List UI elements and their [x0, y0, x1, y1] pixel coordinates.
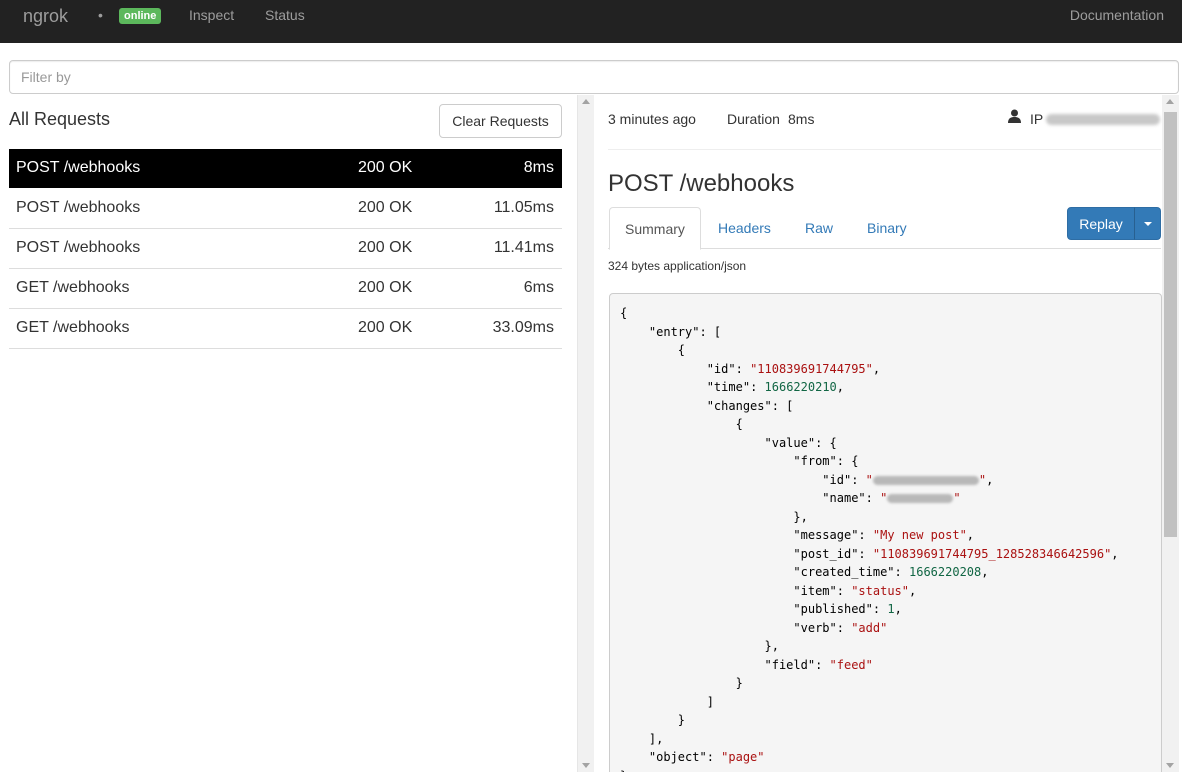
scrollbar-thumb[interactable]	[1164, 112, 1177, 537]
scroll-down-arrow-icon[interactable]	[582, 763, 590, 768]
online-status-badge: online	[119, 8, 162, 24]
request-path: POST /webhooks	[16, 199, 141, 216]
request-status: 200 OK	[358, 319, 413, 336]
request-path: GET /webhooks	[16, 279, 130, 296]
ip-redacted-value	[1046, 114, 1160, 125]
request-duration: 11.05ms	[493, 199, 554, 216]
request-row[interactable]: POST /webhooks 200 OK 8ms	[9, 149, 562, 188]
request-status: 200 OK	[358, 279, 413, 296]
request-status: 200 OK	[358, 159, 413, 176]
nav-documentation-link[interactable]: Documentation	[1070, 7, 1164, 23]
request-path: POST /webhooks	[16, 159, 141, 176]
request-duration: 8ms	[523, 159, 554, 176]
request-row[interactable]: POST /webhooks 200 OK 11.41ms	[9, 229, 562, 269]
request-duration: 33.09ms	[492, 319, 554, 336]
ip-label: IP	[1030, 111, 1044, 127]
tab-binary[interactable]: Binary	[852, 207, 922, 249]
replay-dropdown-toggle[interactable]	[1134, 207, 1161, 240]
redacted-id	[872, 475, 979, 485]
user-icon	[1008, 109, 1021, 123]
nav-status-link[interactable]: Status	[265, 7, 305, 23]
request-duration: 6ms	[523, 279, 554, 296]
request-row[interactable]: POST /webhooks 200 OK 11.05ms	[9, 189, 562, 229]
duration-label: Duration	[727, 111, 780, 127]
scroll-down-arrow-icon[interactable]	[1166, 763, 1174, 768]
replay-button[interactable]: Replay	[1067, 207, 1135, 240]
status-dot: •	[98, 7, 103, 23]
tab-headers[interactable]: Headers	[703, 207, 786, 249]
request-time-ago: 3 minutes ago	[608, 111, 696, 127]
filter-input[interactable]	[9, 60, 1179, 94]
top-navbar: ngrok • online Inspect Status Documentat…	[0, 0, 1182, 43]
scroll-up-arrow-icon[interactable]	[582, 99, 590, 104]
request-status: 200 OK	[358, 239, 413, 256]
tab-summary[interactable]: Summary	[609, 207, 701, 250]
body-size-type: 324 bytes application/json	[608, 259, 747, 273]
tab-raw[interactable]: Raw	[790, 207, 848, 249]
request-list: POST /webhooks 200 OK 8ms POST /webhooks…	[9, 149, 562, 349]
scroll-up-arrow-icon[interactable]	[1166, 99, 1174, 104]
right-pane-scrollbar[interactable]	[1162, 95, 1179, 772]
request-duration: 11.41ms	[493, 239, 554, 256]
nav-inspect-link[interactable]: Inspect	[189, 7, 234, 23]
request-row[interactable]: GET /webhooks 200 OK 33.09ms	[9, 309, 562, 349]
caret-down-icon	[1144, 222, 1152, 226]
all-requests-heading: All Requests	[9, 109, 111, 129]
request-path: GET /webhooks	[16, 319, 130, 336]
brand-logo[interactable]: ngrok	[23, 6, 68, 27]
duration-value: 8ms	[788, 111, 815, 127]
clear-requests-button[interactable]: Clear Requests	[439, 104, 562, 138]
request-row[interactable]: GET /webhooks 200 OK 6ms	[9, 269, 562, 309]
request-title: POST /webhooks	[608, 170, 795, 197]
json-body-viewer: { "entry": [ { "id": "110839691744795", …	[609, 293, 1162, 772]
divider	[608, 149, 1161, 150]
request-path: POST /webhooks	[16, 239, 141, 256]
left-pane-scrollbar[interactable]	[577, 95, 594, 772]
request-status: 200 OK	[358, 199, 413, 216]
json-code: { "entry": [ { "id": "110839691744795", …	[620, 306, 1119, 772]
redacted-name	[887, 494, 954, 503]
